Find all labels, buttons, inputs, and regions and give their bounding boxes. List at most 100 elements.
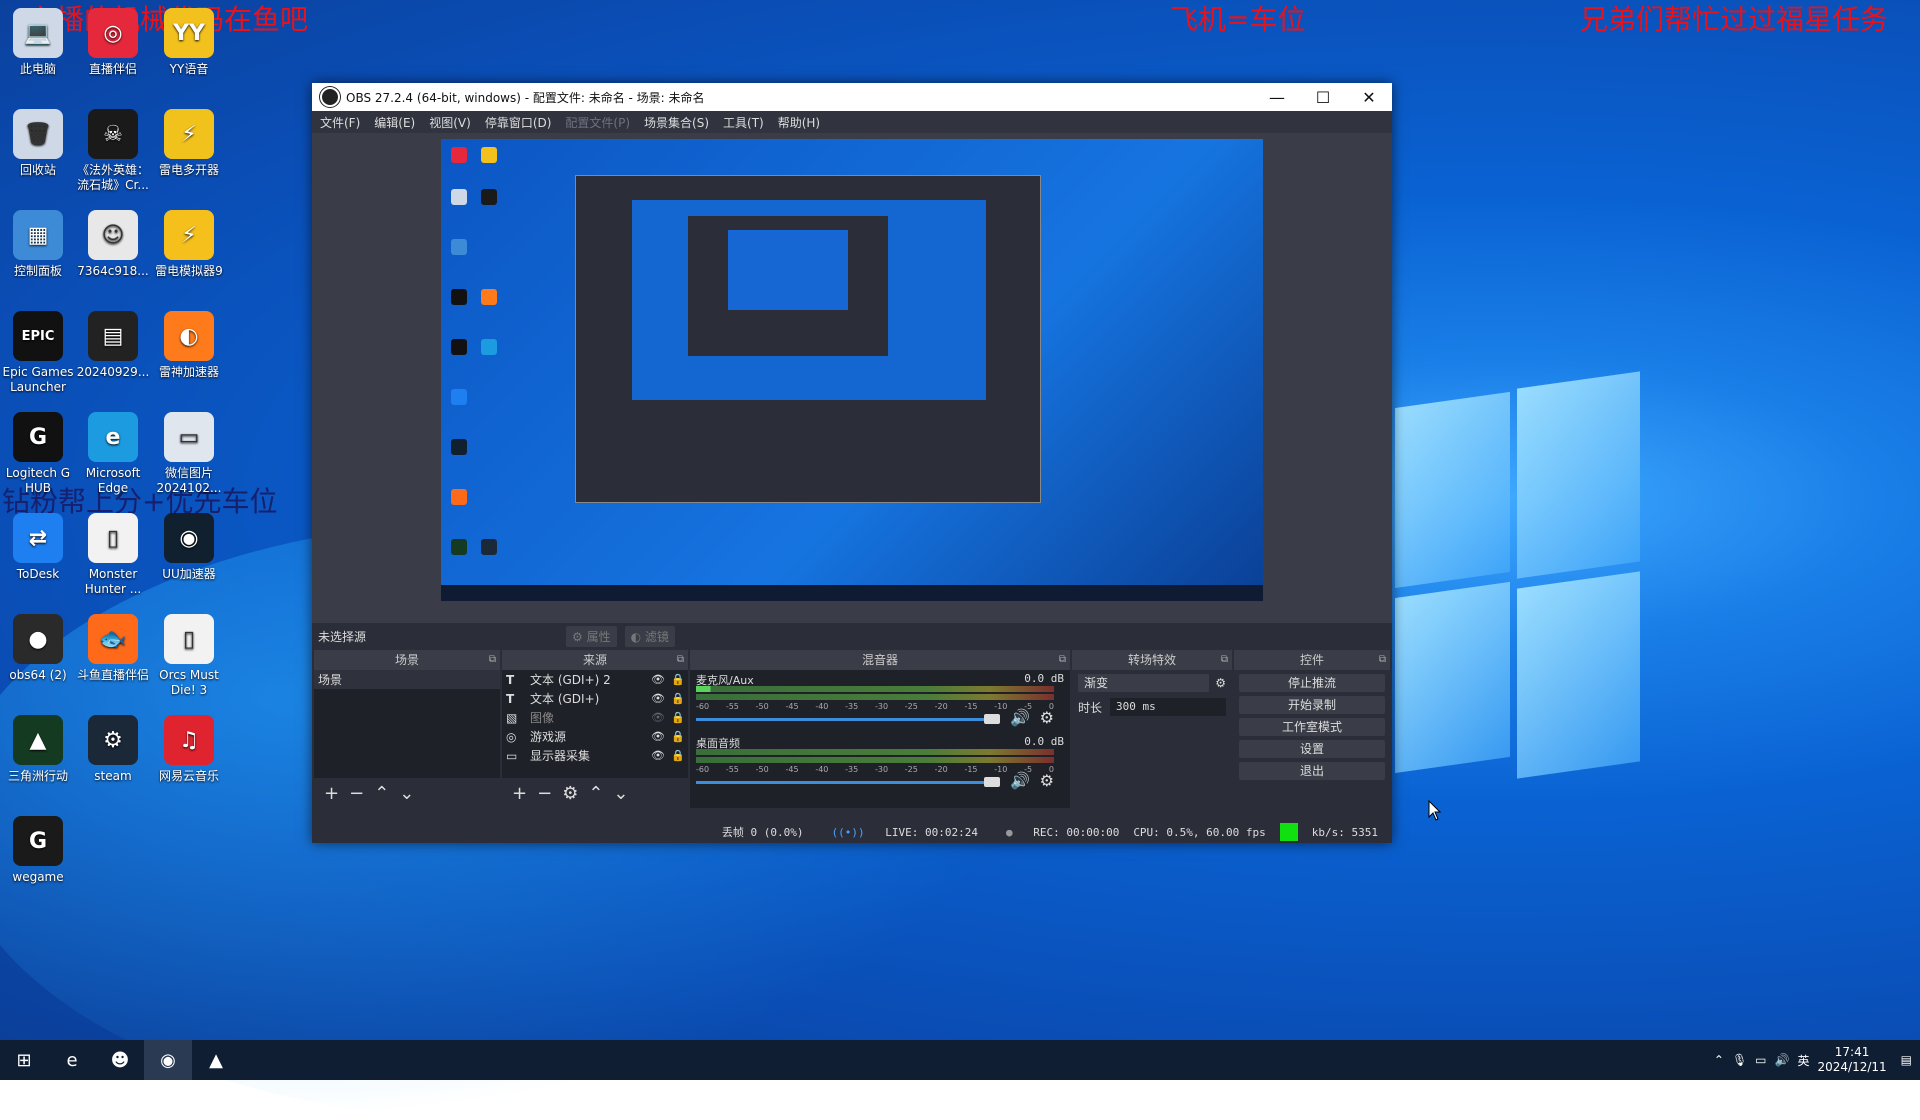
ime-indicator[interactable]: 英 <box>1797 1052 1809 1069</box>
menu-docks[interactable]: 停靠窗口(D) <box>485 114 552 131</box>
microphone-icon[interactable]: 🎙 <box>1732 1053 1747 1067</box>
slider-handle[interactable] <box>984 777 1000 787</box>
lock-icon[interactable]: 🔒 <box>668 730 688 743</box>
undock-icon[interactable]: ⧉ <box>1379 650 1386 670</box>
menu-profile[interactable]: 配置文件(P) <box>565 114 630 131</box>
desktop-icon[interactable]: ⚡ 雷电模拟器9 <box>151 210 227 279</box>
visibility-eye-icon[interactable]: 👁 <box>648 692 668 705</box>
minimize-button[interactable]: — <box>1254 88 1300 107</box>
gear-icon[interactable]: ⚙ <box>1215 676 1226 690</box>
desktop-icon[interactable]: e Microsoft Edge <box>75 412 151 496</box>
visibility-eye-icon[interactable]: 👁 <box>648 730 668 743</box>
menu-edit[interactable]: 编辑(E) <box>374 114 415 131</box>
clock[interactable]: 17:41 2024/12/11 <box>1817 1045 1886 1075</box>
remove-icon[interactable]: − <box>349 783 364 804</box>
source-item[interactable]: ▧ 图像 👁 🔒 <box>502 708 688 727</box>
source-item[interactable]: ▭ 显示器采集 👁 🔒 <box>502 746 688 765</box>
filters-button[interactable]: ◐ 滤镜 <box>624 626 675 647</box>
speaker-icon[interactable]: 🔊 <box>1010 708 1030 727</box>
menu-scene-collection[interactable]: 场景集合(S) <box>644 114 709 131</box>
properties-button[interactable]: ⚙ 属性 <box>566 626 617 647</box>
lock-icon[interactable]: 🔒 <box>668 749 688 762</box>
desktop-icon[interactable]: ◉ UU加速器 <box>151 513 227 582</box>
obs-window[interactable]: OBS 27.2.4 (64-bit, windows) - 配置文件: 未命名… <box>312 83 1392 843</box>
desktop-icon[interactable]: ▭ 微信图片 2024102... <box>151 412 227 496</box>
studio-mode-button[interactable]: 工作室模式 <box>1239 718 1385 736</box>
app-icon: ◐ <box>164 311 214 361</box>
desktop-icon[interactable]: ▲ 三角洲行动 <box>0 715 76 784</box>
visibility-eye-icon[interactable]: 👁 <box>648 673 668 686</box>
desktop-icon[interactable]: 🗑 回收站 <box>0 109 76 178</box>
undock-icon[interactable]: ⧉ <box>1059 650 1066 670</box>
slider-handle[interactable] <box>984 714 1000 724</box>
duration-input[interactable]: 300 ms <box>1110 698 1226 716</box>
lock-icon[interactable]: 🔒 <box>668 692 688 705</box>
transition-select[interactable]: 渐变 <box>1078 674 1210 692</box>
gear-icon[interactable]: ⚙ <box>1040 771 1054 790</box>
desktop-icon[interactable]: ▤ 20240929... <box>75 311 151 380</box>
desktop-icon[interactable]: ☠ 《法外英雄：流石城》Cr... <box>75 109 151 193</box>
desktop-icon[interactable]: Gwegame <box>0 816 76 885</box>
start-recording-button[interactable]: 开始录制 <box>1239 696 1385 714</box>
desktop-icon[interactable]: ● obs64 (2) <box>0 614 76 683</box>
notification-icon[interactable]: ▤ <box>1901 1053 1912 1067</box>
add-icon[interactable]: + <box>512 783 527 804</box>
desktop-icon[interactable]: ⚡ 雷电多开器 <box>151 109 227 178</box>
network-icon[interactable]: ▭ <box>1755 1053 1766 1067</box>
visibility-eye-icon[interactable]: 👁 <box>648 749 668 762</box>
desktop-icon[interactable]: ▯ Orcs Must Die! 3 <box>151 614 227 698</box>
desktop-icon[interactable]: 💻 此电脑 <box>0 8 76 77</box>
speaker-icon[interactable]: 🔊 <box>1010 771 1030 790</box>
settings-button[interactable]: 设置 <box>1239 740 1385 758</box>
source-item[interactable]: ◎ 游戏源 👁 🔒 <box>502 727 688 746</box>
move-down-icon[interactable]: ⌄ <box>399 783 414 804</box>
desktop-icon[interactable]: ◎ 直播伴侣 <box>75 8 151 77</box>
menu-help[interactable]: 帮助(H) <box>778 114 820 131</box>
preview-canvas[interactable] <box>441 139 1263 601</box>
gear-icon[interactable]: ⚙ <box>1040 708 1054 727</box>
source-item[interactable]: T 文本 (GDI+) 2 👁 🔒 <box>502 670 688 689</box>
visibility-eye-icon[interactable]: 👁 <box>648 711 668 724</box>
desktop-icon[interactable]: ▯ Monster Hunter ... <box>75 513 151 597</box>
move-up-icon[interactable]: ⌃ <box>374 783 389 804</box>
taskbar-yy-icon[interactable]: ☻ <box>96 1040 144 1080</box>
add-icon[interactable]: + <box>324 783 339 804</box>
undock-icon[interactable]: ⧉ <box>677 650 684 670</box>
taskbar-edge-icon[interactable]: e <box>48 1040 96 1080</box>
maximize-button[interactable]: ☐ <box>1300 88 1346 107</box>
lock-icon[interactable]: 🔒 <box>668 673 688 686</box>
taskbar-start-icon[interactable]: ⊞ <box>0 1040 48 1080</box>
stop-streaming-button[interactable]: 停止推流 <box>1239 674 1385 692</box>
move-up-icon[interactable]: ⌃ <box>588 783 603 804</box>
move-down-icon[interactable]: ⌄ <box>613 783 628 804</box>
undock-icon[interactable]: ⧉ <box>1221 650 1228 670</box>
remove-icon[interactable]: − <box>537 783 552 804</box>
desktop-icon[interactable]: ☺ 7364c918... <box>75 210 151 279</box>
source-item[interactable]: T 文本 (GDI+) 👁 🔒 <box>502 689 688 708</box>
desktop-icon[interactable]: 🐟 斗鱼直播伴侣 <box>75 614 151 683</box>
obs-titlebar[interactable]: OBS 27.2.4 (64-bit, windows) - 配置文件: 未命名… <box>312 83 1392 111</box>
desktop-icon[interactable]: ⇄ ToDesk <box>0 513 76 582</box>
desktop-icon[interactable]: ⚙ steam <box>75 715 151 784</box>
taskbar-delta-force-icon[interactable]: ▲ <box>192 1040 240 1080</box>
desktop-icon[interactable]: ◐ 雷神加速器 <box>151 311 227 380</box>
lock-icon[interactable]: 🔒 <box>668 711 688 724</box>
menu-file[interactable]: 文件(F) <box>320 114 360 131</box>
desktop-icon[interactable]: ▦ 控制面板 <box>0 210 76 279</box>
desktop-icon[interactable]: ♫ 网易云音乐 <box>151 715 227 784</box>
volume-slider[interactable] <box>696 714 1000 724</box>
volume-icon[interactable]: 🔊 <box>1775 1053 1790 1067</box>
gear-icon[interactable]: ⚙ <box>562 783 578 804</box>
scene-item[interactable]: 场景 <box>314 670 500 689</box>
volume-slider[interactable] <box>696 777 1000 787</box>
exit-button[interactable]: 退出 <box>1239 762 1385 780</box>
undock-icon[interactable]: ⧉ <box>489 650 496 670</box>
desktop-icon[interactable]: EPIC Epic Games Launcher <box>0 311 76 395</box>
chevron-up-icon[interactable]: ⌃ <box>1714 1053 1724 1067</box>
menu-tools[interactable]: 工具(T) <box>723 114 764 131</box>
desktop-icon[interactable]: YY YY语音 <box>151 8 227 77</box>
taskbar-obs-icon[interactable]: ◉ <box>144 1040 192 1080</box>
close-button[interactable]: ✕ <box>1346 88 1392 107</box>
desktop-icon[interactable]: G Logitech G HUB <box>0 412 76 496</box>
menu-view[interactable]: 视图(V) <box>429 114 471 131</box>
